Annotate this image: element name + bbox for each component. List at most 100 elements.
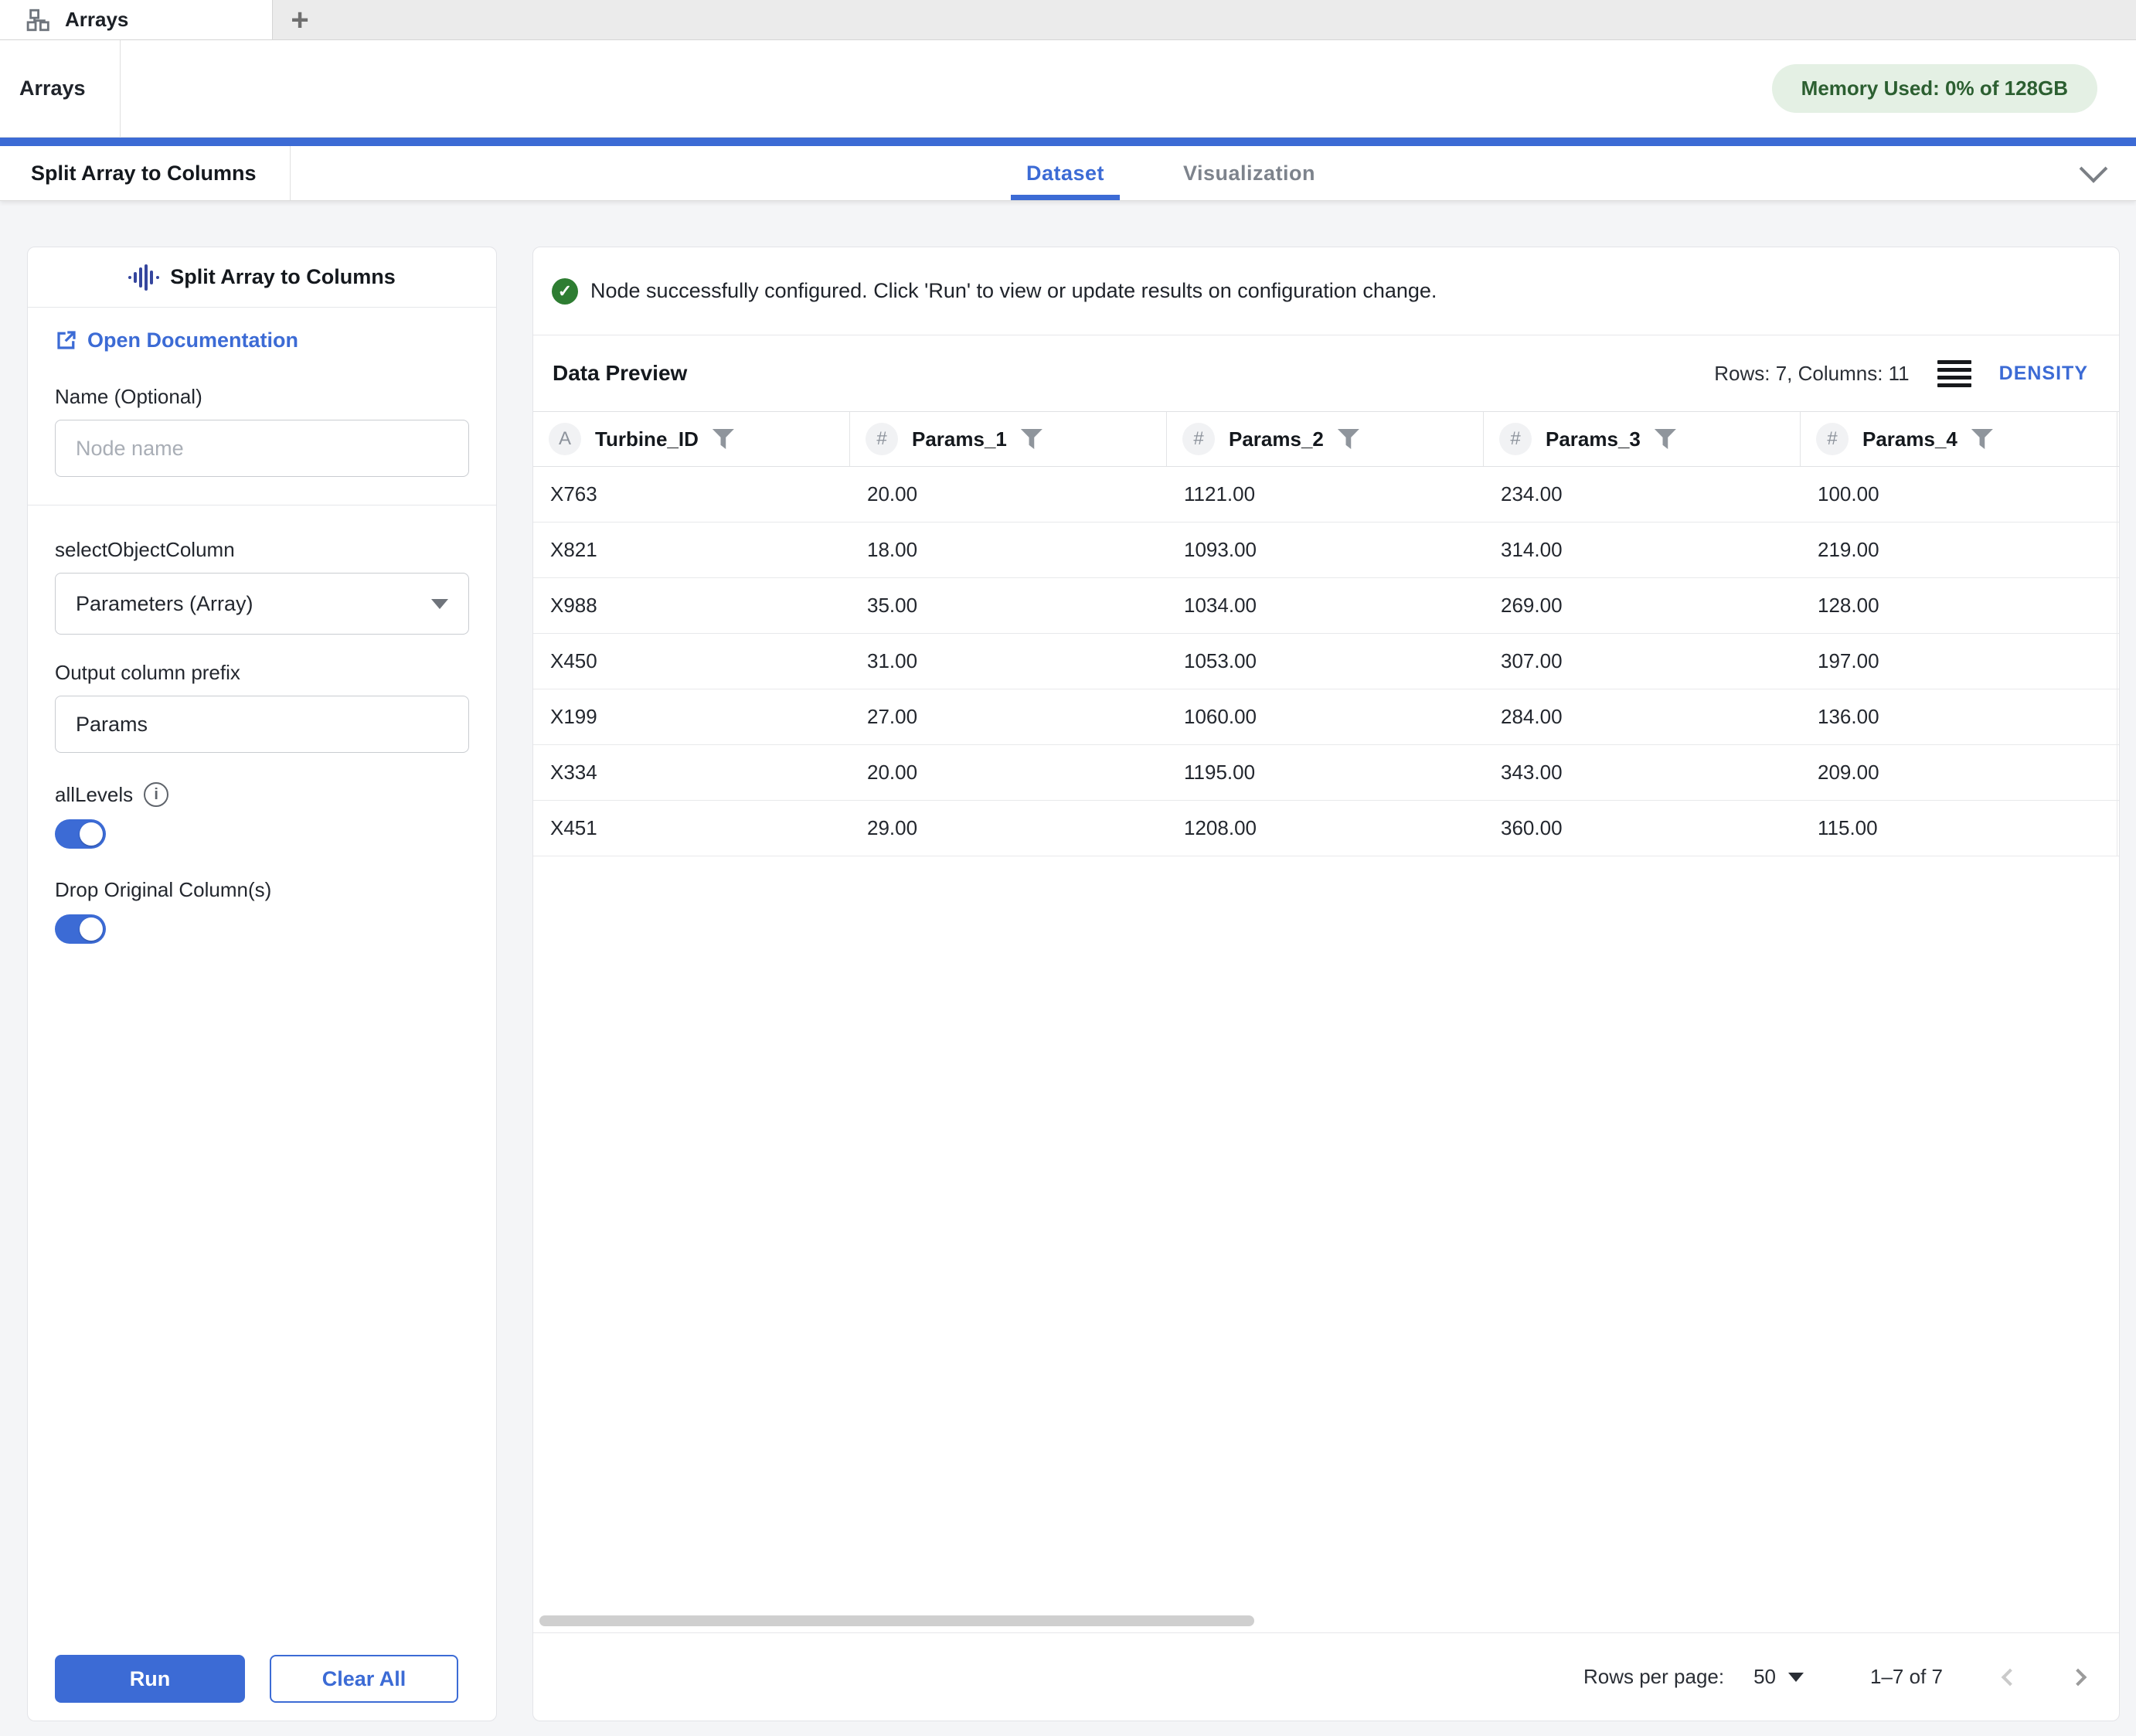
table-cell: 100.00 <box>1801 467 2117 522</box>
column-header-turbine_id[interactable]: A Turbine_ID <box>533 412 850 466</box>
run-button[interactable]: Run <box>55 1655 245 1703</box>
table-cell: 1053.00 <box>1184 649 1257 672</box>
column-type-badge: A <box>549 423 581 455</box>
success-check-icon: ✓ <box>552 277 578 305</box>
open-documentation-label: Open Documentation <box>87 328 299 352</box>
name-field-label: Name (Optional) <box>55 385 202 408</box>
app-title: Arrays <box>0 40 121 137</box>
filter-icon[interactable] <box>1971 429 1993 449</box>
plus-icon: + <box>291 2 309 37</box>
previous-page-button[interactable] <box>1998 1666 2022 1689</box>
density-button[interactable]: DENSITY <box>1999 363 2088 385</box>
filter-icon[interactable] <box>1020 429 1042 449</box>
info-icon[interactable]: i <box>144 782 169 807</box>
table-cell: 314.00 <box>1501 538 1563 561</box>
table-cell: 31.00 <box>867 649 918 672</box>
open-documentation-link[interactable]: Open Documentation <box>55 322 469 359</box>
next-page-button[interactable] <box>2066 1666 2090 1689</box>
table-row: X450 31.00 1053.00 307.00 197.00 <box>533 634 2119 689</box>
waveform-icon <box>128 264 160 291</box>
table-cell: 1060.00 <box>1184 705 1257 728</box>
table-cell: X450 <box>550 649 597 672</box>
filter-icon[interactable] <box>1337 429 1359 449</box>
data-grid: A Turbine_ID # Params_1 # Params_2 # Params_3 # P… <box>533 411 2119 1632</box>
table-cell: 20.00 <box>867 761 918 784</box>
toggle-knob <box>80 917 103 941</box>
column-label: Params_1 <box>912 427 1007 451</box>
grid-header-row: A Turbine_ID # Params_1 # Params_2 # Params_3 # P… <box>533 411 2119 467</box>
column-label: Params_3 <box>1546 427 1641 451</box>
column-header-params_3[interactable]: # Params_3 <box>1484 412 1801 466</box>
row-column-count: Rows: 7, Columns: 11 <box>1714 361 1910 385</box>
column-type-badge: # <box>1499 423 1532 455</box>
column-type-badge: # <box>1182 423 1215 455</box>
chevron-down-icon <box>2079 154 2108 183</box>
output-prefix-input[interactable] <box>55 696 469 753</box>
tab-strip: Arrays + <box>0 0 2136 40</box>
action-buttons-row: Run Clear All <box>55 1655 469 1703</box>
table-cell: X821 <box>550 538 597 561</box>
table-cell: 1034.00 <box>1184 594 1257 617</box>
pagination-nav <box>1998 1666 2090 1689</box>
collapse-panel-button[interactable] <box>2051 146 2136 200</box>
node-title: Split Array to Columns <box>0 146 291 200</box>
config-panel-header: Split Array to Columns <box>28 247 496 308</box>
table-cell: 234.00 <box>1501 482 1563 505</box>
preview-title: Data Preview <box>553 361 688 385</box>
table-row: X451 29.00 1208.00 360.00 115.00 <box>533 801 2119 856</box>
column-label: Params_2 <box>1229 427 1324 451</box>
filter-icon[interactable] <box>1654 429 1676 449</box>
accent-bar <box>0 138 2136 146</box>
drop-original-row: Drop Original Column(s) <box>55 878 469 902</box>
table-cell: 269.00 <box>1501 594 1563 617</box>
view-tabs: Dataset Visualization <box>291 146 2051 200</box>
horizontal-scrollbar-thumb[interactable] <box>539 1615 1254 1626</box>
chevron-right-icon <box>2069 1668 2087 1686</box>
rows-per-page-select[interactable]: 50 <box>1753 1665 1804 1689</box>
column-header-params_1[interactable]: # Params_1 <box>850 412 1167 466</box>
preview-header: Data Preview Rows: 7, Columns: 11 DENSIT… <box>533 335 2119 411</box>
table-cell: 27.00 <box>867 705 918 728</box>
column-header-params_2[interactable]: # Params_2 <box>1167 412 1484 466</box>
table-row: X988 35.00 1034.00 269.00 128.00 <box>533 578 2119 634</box>
drop-original-toggle[interactable] <box>55 914 106 944</box>
table-cell: X988 <box>550 594 597 617</box>
memory-usage-badge: Memory Used: 0% of 128GB <box>1771 64 2097 113</box>
table-cell: 284.00 <box>1501 705 1563 728</box>
all-levels-toggle[interactable] <box>55 819 106 849</box>
all-levels-row: allLevels i <box>55 782 469 807</box>
table-cell: 1121.00 <box>1184 482 1256 505</box>
rows-per-page-label: Rows per page: <box>1583 1665 1725 1688</box>
node-name-input[interactable] <box>55 420 469 477</box>
table-cell: 128.00 <box>1801 578 2117 633</box>
config-panel-title: Split Array to Columns <box>170 265 396 288</box>
table-row: X821 18.00 1093.00 314.00 219.00 <box>533 523 2119 578</box>
grid-empty-area <box>533 856 2119 1609</box>
tab-visualization[interactable]: Visualization <box>1179 146 1320 200</box>
table-cell: 115.00 <box>1801 801 2117 856</box>
column-header-params_4[interactable]: # Params_4 <box>1801 412 2117 466</box>
select-object-column-label: selectObjectColumn <box>55 538 235 561</box>
table-cell: 35.00 <box>867 594 918 617</box>
table-cell: 1093.00 <box>1184 538 1257 561</box>
table-cell: 18.00 <box>867 538 918 561</box>
column-type-badge: # <box>866 423 898 455</box>
density-icon[interactable] <box>1937 359 1971 387</box>
table-cell: X451 <box>550 816 597 839</box>
table-cell: 197.00 <box>1801 634 2117 689</box>
pagination-bar: Rows per page: 50 1–7 of 7 <box>533 1632 2119 1721</box>
rows-per-page-caret-icon <box>1788 1672 1804 1682</box>
dropdown-caret-icon <box>431 598 448 609</box>
table-cell: 307.00 <box>1501 649 1563 672</box>
select-object-column-dropdown[interactable]: Parameters (Array) <box>55 573 469 635</box>
new-tab-button[interactable]: + <box>273 0 327 39</box>
filter-icon[interactable] <box>712 429 734 449</box>
tab-dataset[interactable]: Dataset <box>1010 146 1121 200</box>
workflow-tab-arrays[interactable]: Arrays <box>0 0 273 39</box>
table-cell: 136.00 <box>1801 689 2117 744</box>
all-levels-label: allLevels <box>55 782 134 806</box>
header-spacer <box>121 40 1772 137</box>
clear-all-button[interactable]: Clear All <box>270 1655 458 1703</box>
table-row: X199 27.00 1060.00 284.00 136.00 <box>533 689 2119 745</box>
main-content: Split Array to Columns Open Documentatio… <box>0 201 2136 1736</box>
